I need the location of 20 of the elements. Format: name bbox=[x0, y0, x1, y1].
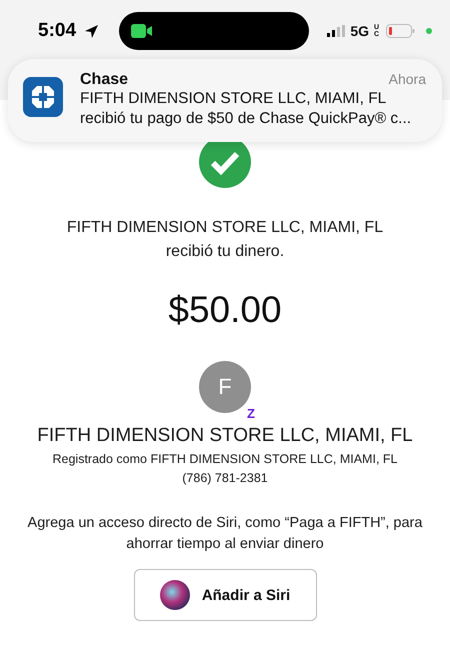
notification-message: FIFTH DIMENSION STORE LLC, MIAMI, FL recibió tu pago de $50 de Chase QuickPay® c... bbox=[80, 89, 412, 129]
confirmation-message: FIFTH DIMENSION STORE LLC, MIAMI, FL recibió tu dinero. bbox=[66, 218, 384, 262]
recipient-name: FIFTH DIMENSION STORE LLC, MIAMI, FL bbox=[37, 425, 413, 447]
clock-time: 5:04 bbox=[38, 20, 76, 42]
location-arrow-icon bbox=[84, 24, 100, 38]
video-camera-icon bbox=[131, 24, 154, 38]
recipient-phone: (786) 781-2381 bbox=[182, 470, 268, 487]
notification-banner[interactable]: Chase Ahora FIFTH DIMENSION STORE LLC, MIAMI, FL recibió tu pago de $50 de Chase QuickPay® c... bbox=[8, 59, 442, 142]
app-name: Chase bbox=[80, 71, 128, 89]
registered-name: Registrado como FIFTH DIMENSION STORE LLC, MIAMI, FL bbox=[52, 451, 398, 468]
siri-hint: Agrega un acceso directo de Siri, como “Paga a FIFTH”, para ahorrar tiempo al enviar dinero bbox=[26, 514, 424, 554]
octagon-logo-icon bbox=[23, 77, 63, 117]
signal-icon bbox=[327, 25, 346, 37]
add-to-siri-button[interactable]: Añadir a Siri bbox=[134, 569, 316, 621]
siri-orb-icon bbox=[160, 580, 190, 610]
payment-amount: $50.00 bbox=[168, 289, 282, 331]
privacy-indicator-dot bbox=[426, 28, 432, 34]
battery-icon bbox=[386, 24, 415, 38]
notification-time: Ahora bbox=[388, 71, 426, 89]
network-label: 5G bbox=[350, 23, 369, 39]
